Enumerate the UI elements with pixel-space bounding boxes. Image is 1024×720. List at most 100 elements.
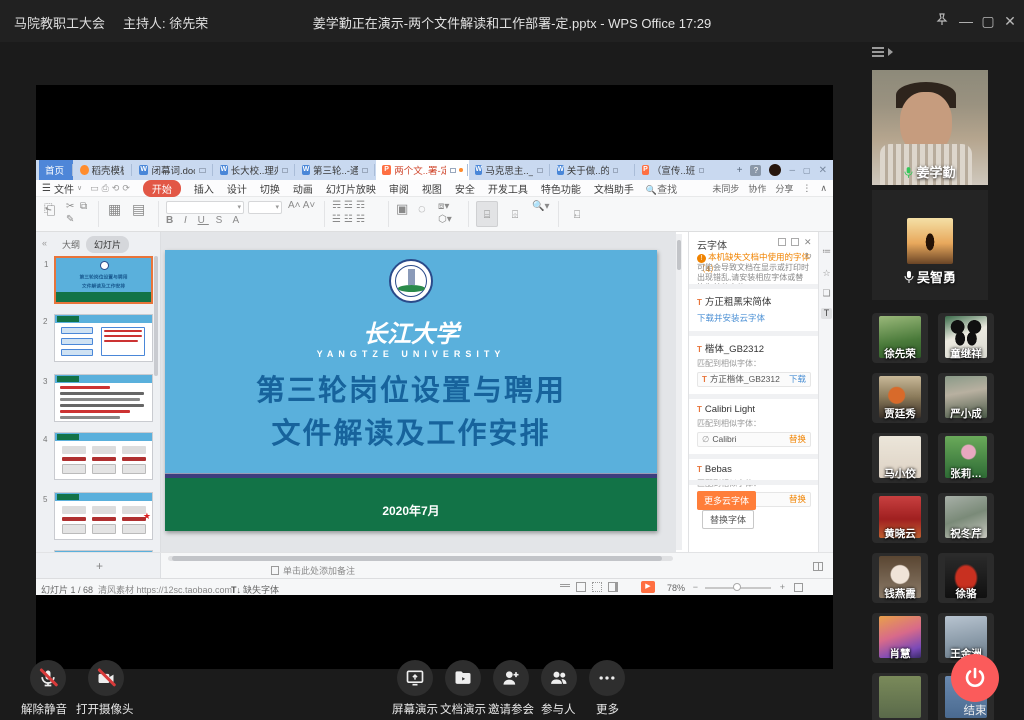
panel-scrollbar	[154, 256, 158, 376]
mic-active-icon	[904, 166, 913, 181]
mic-icon	[904, 271, 914, 286]
pin-icon[interactable]	[932, 11, 952, 31]
participant-tile[interactable]: 童继祥	[938, 313, 994, 363]
doc-share-button[interactable]	[445, 660, 481, 696]
speaker-video-tile[interactable]: 吴智勇	[872, 190, 988, 300]
presenter-name: 姜学勤	[916, 165, 955, 180]
participant-tile[interactable]: 严小成	[938, 373, 994, 423]
screen-share-button[interactable]	[397, 660, 433, 696]
slide-thumbnail-panel: « 大纲 幻灯片 1第三轮岗位设置与聘用文件解读及工作安排2345★6	[36, 232, 161, 552]
font-card: TCalibri Light匹配到相似字体：∅Calibri替换	[689, 394, 819, 454]
menu-item: 安全	[455, 181, 475, 196]
menu-item: 文档助手	[594, 181, 634, 196]
task-pane-strip: ≔ ☆ ❑ T	[818, 232, 833, 552]
wps-status-bar: 幻灯片 1 / 68 清风素材 https://12sc.taobao.com …	[36, 578, 833, 595]
camera-button[interactable]	[88, 660, 124, 696]
collapse-sidebar-button[interactable]	[872, 45, 896, 59]
shared-window-title: 姜学勤正在演示-两个文件解读和工作部署-定.pptx - WPS Office …	[0, 13, 1024, 32]
current-slide: 长江大学 YANGTZE UNIVERSITY 第三轮岗位设置与聘用 文件解读及…	[165, 250, 657, 531]
properties-icon: ≔	[821, 246, 832, 257]
participant-name: 黄晓云	[868, 526, 932, 541]
find-replace-icon: 🔍▾	[532, 201, 549, 212]
wps-minimize-icon: –	[789, 165, 795, 176]
members-label: 参与人	[541, 701, 576, 717]
participant-tile[interactable]: 张莉…	[938, 433, 994, 483]
minimize-button[interactable]: —	[956, 11, 976, 31]
participant-tile[interactable]: 祝冬芹	[938, 493, 994, 543]
maximize-button[interactable]: ▢	[978, 11, 998, 31]
slideshow-play-button: ▶	[641, 581, 655, 593]
format-painter-icon: ✎	[66, 214, 74, 225]
unmute-label: 解除静音	[21, 701, 67, 717]
screen-share-label: 屏幕演示	[392, 701, 438, 717]
wps-menu-bar: ☰文件∨ ▭⎙⟲⟳ 开始插入设计切换动画幻灯片放映审阅视图安全开发工具特色功能文…	[36, 180, 833, 197]
comment-pane-icon: ❑	[821, 288, 832, 299]
participant-tile[interactable]	[872, 673, 928, 720]
missing-font-icon: T↓	[231, 585, 241, 595]
participant-tile[interactable]: 钱燕霞	[872, 553, 928, 603]
paste-icon: ⎗	[44, 201, 55, 218]
split-view-icon	[813, 562, 823, 571]
replace-font-button: 替换字体	[702, 510, 754, 529]
menu-item: 审阅	[389, 181, 409, 196]
participant-name: 严小成	[934, 406, 998, 421]
sync-status: 未同步	[712, 182, 739, 195]
invite-button[interactable]	[493, 660, 529, 696]
more-button[interactable]	[589, 660, 625, 696]
close-button[interactable]: ✕	[1000, 11, 1020, 31]
zoom-in-icon: +	[780, 582, 785, 592]
participant-tile[interactable]: 马小佼	[872, 433, 928, 483]
canvas-horizontal-scrollbar	[168, 556, 673, 561]
participant-name: 贾廷秀	[868, 406, 932, 421]
copy-icon: ⧉	[80, 201, 87, 212]
participant-tile[interactable]: 肖慧	[872, 613, 928, 663]
font-pane-title: 云字体	[697, 237, 727, 252]
text-tool-button: ⌸	[476, 201, 498, 227]
participant-name: 徐先荣	[868, 346, 932, 361]
add-slide-plus-icon: +	[96, 559, 103, 573]
members-button[interactable]	[541, 660, 577, 696]
doc-share-label: 文档演示	[440, 701, 486, 717]
camera-label: 打开摄像头	[76, 701, 134, 717]
participant-tile[interactable]: 徐先荣	[872, 313, 928, 363]
list-icons: ☱☳☵	[332, 214, 368, 225]
university-name-cn: 长江大学	[165, 314, 657, 349]
new-slide-icon: ▦	[108, 201, 121, 218]
font-pane-icon: T	[821, 308, 832, 319]
collab-button: 协作	[748, 182, 766, 195]
grow-font-icon: A˄ A˅	[288, 200, 315, 211]
participant-tile[interactable]: 徐骆	[938, 553, 994, 603]
arrange-icon: ⧈▾	[438, 201, 449, 212]
menu-item: 视图	[422, 181, 442, 196]
slide-date: 2020年7月	[165, 502, 657, 519]
more-menu-icon: ⋮	[802, 183, 811, 194]
menu-item: 开发工具	[488, 181, 528, 196]
presenter-video-tile[interactable]: 姜学勤	[872, 70, 988, 185]
font-action-link: 下载	[789, 373, 806, 386]
slides-tab: 幻灯片	[86, 236, 129, 253]
font-size-combo	[248, 201, 282, 214]
wps-ribbon-toolbar: ⎗ ✂ ⧉ ✎ ▦ ▤ A˄ A˅ B I U S A ☴☲☶ ☱☳☵	[36, 197, 833, 232]
unmute-button[interactable]	[30, 660, 66, 696]
more-label: 更多	[596, 701, 619, 717]
notes-bar: + 单击此处添加备注	[36, 552, 833, 578]
slide-title-line1: 第三轮岗位设置与聘用	[165, 367, 657, 409]
speaker-name: 吴智勇	[917, 270, 956, 285]
wps-tab: W第三轮..-通知	[296, 160, 374, 180]
slide-thumbnail: 2	[54, 314, 153, 362]
end-meeting-button[interactable]	[951, 654, 999, 702]
pin-pane-icon	[791, 238, 799, 246]
slide-title-line2: 文件解读及工作安排	[165, 410, 657, 452]
wps-avatar	[769, 164, 781, 176]
participant-name: 徐骆	[934, 586, 998, 601]
help-icon: ?	[750, 165, 761, 176]
end-meeting-label: 结束	[951, 702, 999, 718]
slide-thumbnail: 1第三轮岗位设置与聘用文件解读及工作安排	[54, 256, 153, 304]
participant-tile[interactable]: 贾廷秀	[872, 373, 928, 423]
menu-item: 特色功能	[541, 181, 581, 196]
participant-name: 马小佼	[868, 466, 932, 481]
slide-footer-band: 2020年7月	[165, 478, 657, 531]
file-menu: 文件	[54, 181, 74, 196]
participant-tile[interactable]: 黄晓云	[872, 493, 928, 543]
zoom-slider-knob	[733, 583, 741, 591]
